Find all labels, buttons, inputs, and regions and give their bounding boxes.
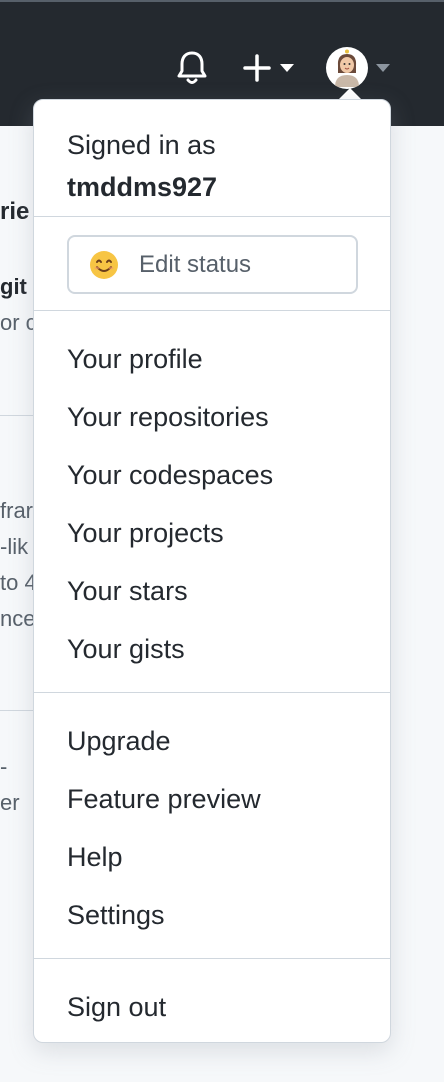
menu-item-your-stars[interactable]: Your stars — [67, 573, 188, 609]
menu-item-your-profile[interactable]: Your profile — [67, 341, 203, 377]
user-menu-button[interactable] — [326, 46, 392, 90]
menu-divider — [34, 958, 390, 959]
menu-divider — [34, 310, 390, 311]
chevron-down-icon — [280, 64, 294, 72]
background-text: frar — [0, 498, 33, 523]
menu-item-your-repositories[interactable]: Your repositories — [67, 399, 269, 435]
menu-item-help[interactable]: Help — [67, 839, 123, 875]
smile-emoji-icon — [90, 250, 118, 279]
user-dropdown-menu: Signed in as tmddms927 Edit status Your … — [33, 99, 391, 1043]
background-repo-name: git — [0, 274, 27, 299]
menu-item-sign-out[interactable]: Sign out — [67, 989, 166, 1025]
menu-item-your-projects[interactable]: Your projects — [67, 515, 224, 551]
dropdown-caret — [339, 88, 361, 99]
menu-divider — [34, 216, 390, 217]
menu-item-upgrade[interactable]: Upgrade — [67, 723, 171, 759]
chevron-down-icon — [376, 64, 390, 72]
avatar — [326, 47, 368, 89]
background-text: nce — [0, 606, 36, 631]
signed-in-header: Signed in as tmddms927 — [67, 124, 217, 208]
background-text: - — [0, 754, 8, 779]
username: tmddms927 — [67, 172, 218, 202]
edit-status-button[interactable]: Edit status — [67, 235, 358, 294]
create-new-button[interactable] — [242, 50, 300, 86]
background-text: -lik — [0, 534, 29, 559]
menu-item-your-gists[interactable]: Your gists — [67, 631, 185, 667]
menu-item-feature-preview[interactable]: Feature preview — [67, 781, 261, 817]
background-text: or c — [0, 310, 37, 335]
notifications-button[interactable] — [176, 48, 212, 88]
background-text: to 4 — [0, 570, 37, 595]
background-heading: rie — [0, 198, 30, 225]
signed-in-label: Signed in as — [67, 130, 216, 160]
bell-icon — [177, 51, 207, 84]
menu-item-your-codespaces[interactable]: Your codespaces — [67, 457, 273, 493]
menu-divider — [34, 692, 390, 693]
menu-item-settings[interactable]: Settings — [67, 897, 165, 933]
plus-icon — [243, 54, 271, 82]
edit-status-label: Edit status — [139, 250, 252, 278]
memoji-avatar-icon — [335, 49, 359, 87]
background-text: er — [0, 790, 20, 815]
